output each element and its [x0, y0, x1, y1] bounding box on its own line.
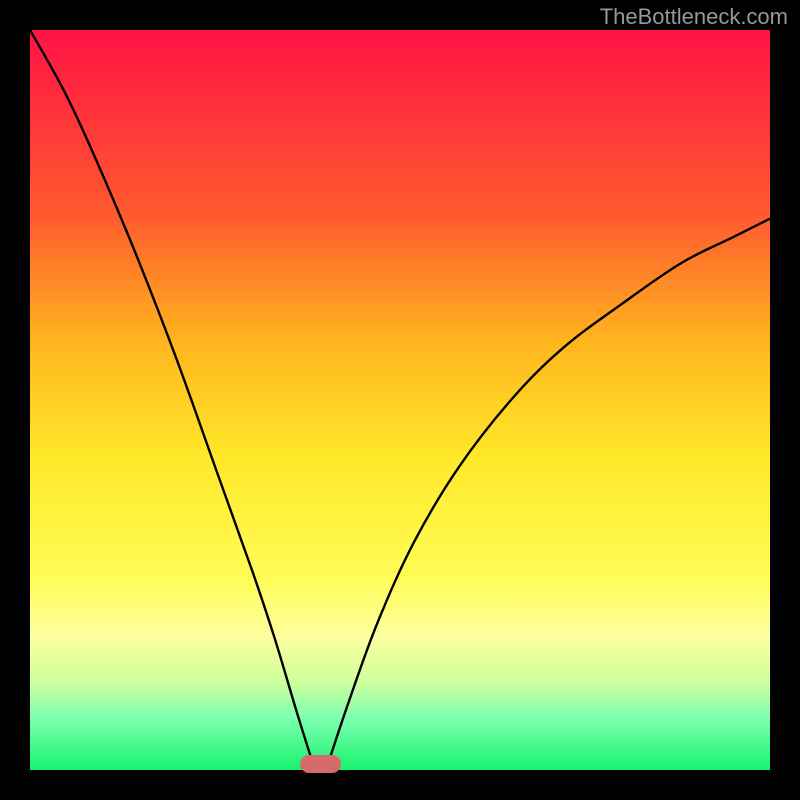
watermark-text: TheBottleneck.com	[600, 4, 788, 30]
chart-container: TheBottleneck.com	[0, 0, 800, 800]
plot-area	[30, 30, 770, 770]
curve-left	[30, 30, 315, 770]
curve-right	[326, 219, 770, 770]
optimum-marker	[300, 755, 341, 773]
bottleneck-curve	[30, 30, 770, 770]
